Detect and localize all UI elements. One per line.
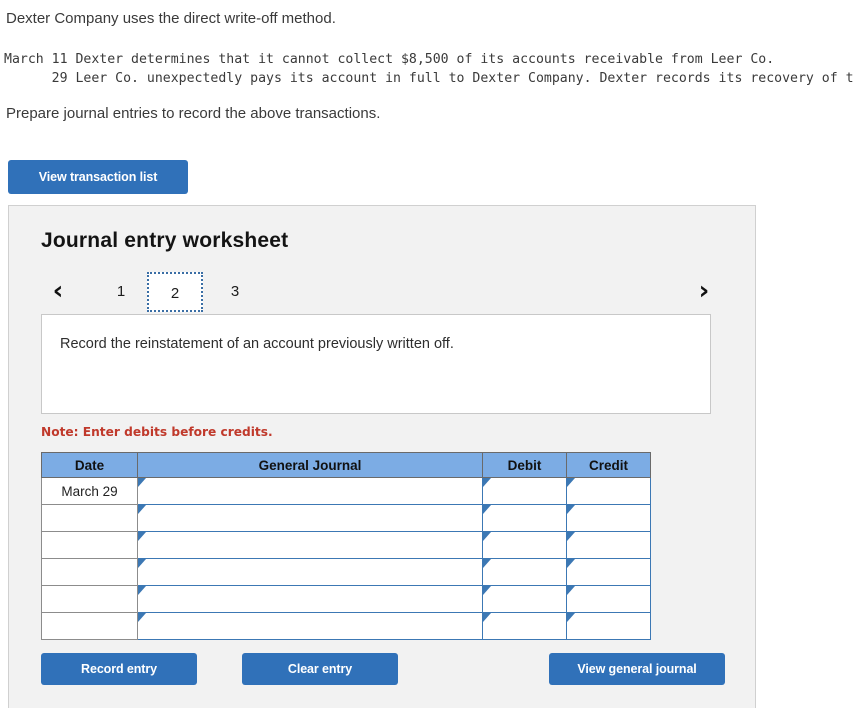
clear-entry-button[interactable]: Clear entry (242, 653, 398, 685)
general-journal-input[interactable] (137, 504, 483, 532)
worksheet-page-tab-1[interactable]: 1 (93, 272, 149, 312)
cell-marker-icon (138, 532, 146, 541)
debit-input[interactable] (482, 612, 567, 640)
credit-input[interactable] (566, 585, 651, 613)
cell-marker-icon (138, 586, 146, 595)
cell-marker-icon (138, 478, 146, 487)
cell-marker-icon (483, 478, 491, 487)
credit-input[interactable] (566, 558, 651, 586)
table-row (41, 558, 651, 586)
table-row: March 29 (41, 477, 651, 505)
column-header-general-journal: General Journal (137, 452, 483, 478)
worksheet-page-tab-2[interactable]: 2 (147, 272, 203, 312)
worksheet-pager: ‹ 1 2 3 › (39, 268, 725, 316)
cell-marker-icon (483, 532, 491, 541)
table-header-row: Date General Journal Debit Credit (41, 452, 651, 478)
general-journal-input[interactable] (137, 585, 483, 613)
page-root: Dexter Company uses the direct write-off… (0, 0, 865, 708)
date-cell[interactable] (41, 531, 138, 559)
cell-marker-icon (483, 559, 491, 568)
debit-input[interactable] (482, 504, 567, 532)
date-cell[interactable] (41, 504, 138, 532)
debit-input[interactable] (482, 558, 567, 586)
cell-marker-icon (567, 505, 575, 514)
cell-marker-icon (138, 613, 146, 622)
debit-input[interactable] (482, 531, 567, 559)
general-journal-input[interactable] (137, 531, 483, 559)
prepare-instruction-text: Prepare journal entries to record the ab… (6, 105, 381, 122)
cell-marker-icon (138, 505, 146, 514)
cell-marker-icon (483, 505, 491, 514)
column-header-credit: Credit (566, 452, 651, 478)
general-journal-input[interactable] (137, 612, 483, 640)
journal-entry-table: Date General Journal Debit Credit March … (41, 452, 651, 640)
cell-marker-icon (483, 586, 491, 595)
date-cell[interactable] (41, 585, 138, 613)
record-entry-button[interactable]: Record entry (41, 653, 197, 685)
table-row (41, 612, 651, 640)
general-journal-input[interactable] (137, 477, 483, 505)
cell-marker-icon (138, 559, 146, 568)
view-general-journal-button[interactable]: View general journal (549, 653, 725, 685)
chevron-left-icon[interactable]: ‹ (43, 274, 73, 308)
date-cell[interactable] (41, 558, 138, 586)
credit-input[interactable] (566, 504, 651, 532)
debit-input[interactable] (482, 477, 567, 505)
column-header-debit: Debit (482, 452, 567, 478)
instruction-box: Record the reinstatement of an account p… (41, 314, 711, 414)
column-header-date: Date (41, 452, 138, 478)
journal-entry-worksheet-panel: Journal entry worksheet ‹ 1 2 3 › Record… (8, 205, 756, 708)
cell-marker-icon (567, 613, 575, 622)
date-cell[interactable]: March 29 (41, 477, 138, 505)
cell-marker-icon (567, 478, 575, 487)
cell-marker-icon (567, 586, 575, 595)
credit-input[interactable] (566, 612, 651, 640)
credit-input[interactable] (566, 477, 651, 505)
problem-intro-text: Dexter Company uses the direct write-off… (6, 10, 336, 27)
journal-entry-table-body: March 29 (41, 477, 651, 640)
cell-marker-icon (567, 532, 575, 541)
table-row (41, 531, 651, 559)
table-row (41, 585, 651, 613)
date-cell[interactable] (41, 612, 138, 640)
debit-input[interactable] (482, 585, 567, 613)
general-journal-input[interactable] (137, 558, 483, 586)
table-row (41, 504, 651, 532)
worksheet-title: Journal entry worksheet (41, 229, 289, 252)
chevron-right-icon[interactable]: › (689, 274, 719, 308)
cell-marker-icon (567, 559, 575, 568)
instruction-text: Record the reinstatement of an account p… (60, 336, 454, 352)
credit-input[interactable] (566, 531, 651, 559)
transactions-list-text: March 11 Dexter determines that it canno… (4, 52, 854, 86)
cell-marker-icon (483, 613, 491, 622)
view-transaction-list-button[interactable]: View transaction list (8, 160, 188, 194)
worksheet-page-tab-3[interactable]: 3 (207, 272, 263, 312)
debits-before-credits-note: Note: Enter debits before credits. (41, 425, 273, 439)
